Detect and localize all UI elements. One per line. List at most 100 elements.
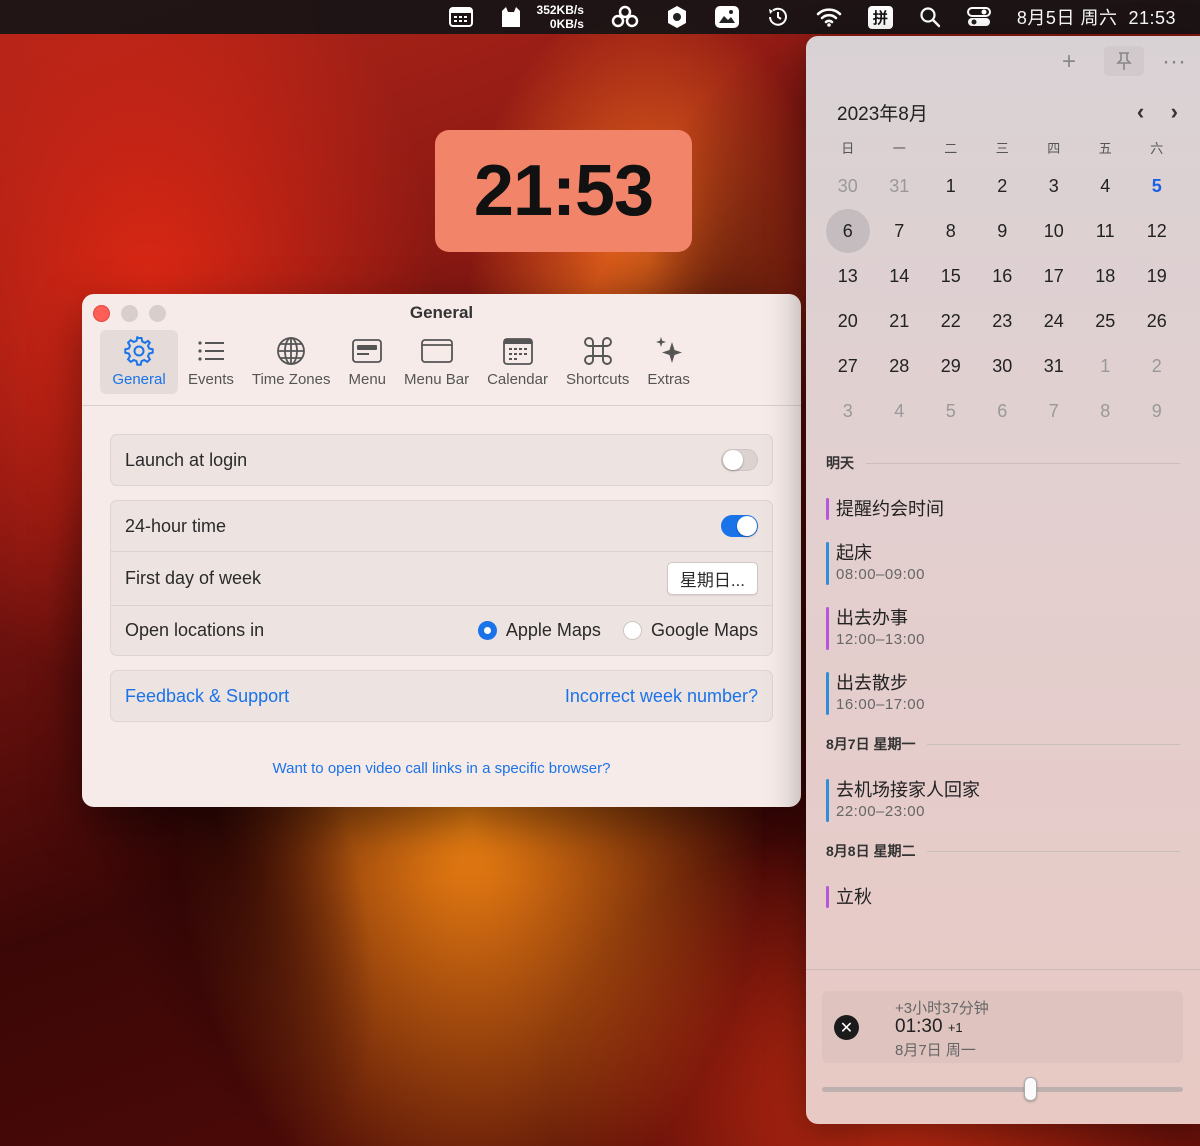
hour24-toggle[interactable] xyxy=(721,515,758,537)
calendar-day[interactable]: 8 xyxy=(925,209,977,254)
tab-extras[interactable]: Extras xyxy=(639,330,698,394)
apple-maps-radio[interactable]: Apple Maps xyxy=(477,620,601,641)
feedback-support-link[interactable]: Feedback & Support xyxy=(125,686,289,707)
toggle-knob xyxy=(737,516,757,536)
calendar-day[interactable]: 22 xyxy=(925,299,977,344)
next-month-icon[interactable]: › xyxy=(1171,99,1178,124)
time-travel-slider-thumb[interactable] xyxy=(1023,1077,1037,1101)
agenda-event[interactable]: 出去散步 16:00–17:00 xyxy=(806,672,1200,715)
calendar-day[interactable]: 8 xyxy=(1080,389,1132,434)
wifi-icon[interactable] xyxy=(816,0,842,34)
agenda-event[interactable]: 起床 08:00–09:00 xyxy=(806,542,1200,585)
calendar-day[interactable]: 11 xyxy=(1080,209,1132,254)
google-maps-radio[interactable]: Google Maps xyxy=(622,620,758,641)
tab-menu-bar[interactable]: Menu Bar xyxy=(396,330,477,394)
tab-events[interactable]: Events xyxy=(180,330,242,394)
calendar-day[interactable]: 26 xyxy=(1131,299,1183,344)
pin-icon[interactable] xyxy=(1104,46,1144,76)
calendar-day[interactable]: 15 xyxy=(925,254,977,299)
calendar-day[interactable]: 2 xyxy=(1131,344,1183,389)
calendar-day[interactable]: 2 xyxy=(977,164,1029,209)
calendar-day[interactable]: 18 xyxy=(1080,254,1132,299)
event-time: 12:00–13:00 xyxy=(836,631,925,648)
calendar-day[interactable]: 29 xyxy=(925,344,977,389)
calendar-day[interactable]: 17 xyxy=(1028,254,1080,299)
calendar-day[interactable]: 7 xyxy=(874,209,926,254)
calendar-panel: + ··· 2023年8月 ‹ › 日 一 二 三 四 五 六 30 31 1 2 3 4… xyxy=(806,36,1200,1124)
tab-time-zones[interactable]: Time Zones xyxy=(244,330,339,394)
calendar-day[interactable]: 3 xyxy=(1028,164,1080,209)
agenda-event[interactable]: 去机场接家人回家 22:00–23:00 xyxy=(806,779,1200,822)
calendar-day[interactable]: 9 xyxy=(1131,389,1183,434)
calendar-day[interactable]: 20 xyxy=(822,299,874,344)
calendar-day[interactable]: 6 xyxy=(822,209,874,254)
tab-general[interactable]: General xyxy=(100,330,178,394)
agenda-event[interactable]: 出去办事 12:00–13:00 xyxy=(806,607,1200,650)
tab-label: Menu xyxy=(348,371,387,388)
calendar-day-number: 1 xyxy=(945,176,956,196)
time-machine-icon[interactable] xyxy=(766,0,790,34)
close-icon[interactable]: ✕ xyxy=(834,1015,859,1040)
add-event-icon[interactable]: + xyxy=(1062,48,1076,76)
calendar-day[interactable]: 25 xyxy=(1080,299,1132,344)
calendar-day-number: 20 xyxy=(837,311,858,331)
calendar-day[interactable]: 9 xyxy=(977,209,1029,254)
hexagon-icon[interactable] xyxy=(666,0,688,34)
calendar-day[interactable]: 12 xyxy=(1131,209,1183,254)
calendar-panel-toolbar: + ··· xyxy=(806,36,1200,92)
photo-icon[interactable] xyxy=(714,0,740,34)
calendar-day[interactable]: 3 xyxy=(822,389,874,434)
calendar-menubar-icon[interactable] xyxy=(448,0,473,34)
tab-menu[interactable]: Menu xyxy=(341,330,395,394)
calendar-day[interactable]: 4 xyxy=(874,389,926,434)
calendar-day[interactable]: 23 xyxy=(977,299,1029,344)
calendar-day[interactable]: 21 xyxy=(874,299,926,344)
network-speed[interactable]: 352KB/s 0KB/s xyxy=(537,0,584,34)
first-day-popup[interactable]: 星期日... xyxy=(666,562,758,595)
rings-icon[interactable] xyxy=(610,0,640,34)
calendar-day[interactable]: 1 xyxy=(925,164,977,209)
calendar-day[interactable]: 27 xyxy=(822,344,874,389)
calendar-day-number: 2 xyxy=(997,176,1008,196)
previous-month-icon[interactable]: ‹ xyxy=(1137,99,1144,124)
calendar-day[interactable]: 30 xyxy=(822,164,874,209)
calendar-day[interactable]: 19 xyxy=(1131,254,1183,299)
event-color-bar xyxy=(826,886,829,908)
calendar-day[interactable]: 10 xyxy=(1028,209,1080,254)
calendar-day[interactable]: 5 xyxy=(1131,164,1183,209)
tab-calendar[interactable]: Calendar xyxy=(479,330,556,394)
calendar-day[interactable]: 7 xyxy=(1028,389,1080,434)
calendar-day[interactable]: 14 xyxy=(874,254,926,299)
calendar-day[interactable]: 31 xyxy=(1028,344,1080,389)
calendar-day[interactable]: 30 xyxy=(977,344,1029,389)
calendar-day-number: 5 xyxy=(945,401,956,421)
event-body: 起床 08:00–09:00 xyxy=(836,542,925,585)
calendar-day[interactable]: 13 xyxy=(822,254,874,299)
menubar-clock[interactable]: 8月5日 周六 21:53 xyxy=(1017,0,1176,34)
incorrect-week-number-link[interactable]: Incorrect week number? xyxy=(565,686,758,707)
calendar-day[interactable]: 5 xyxy=(925,389,977,434)
calendar-day[interactable]: 31 xyxy=(874,164,926,209)
calendar-day[interactable]: 4 xyxy=(1080,164,1132,209)
calendar-day[interactable]: 28 xyxy=(874,344,926,389)
weekday-label: 一 xyxy=(892,141,906,156)
agenda-event[interactable]: 提醒约会时间 xyxy=(806,498,1200,520)
calendar-day[interactable]: 24 xyxy=(1028,299,1080,344)
event-title: 提醒约会时间 xyxy=(836,499,944,519)
tab-shortcuts[interactable]: Shortcuts xyxy=(558,330,637,394)
calendar-day-number: 26 xyxy=(1146,311,1167,331)
calendar-day[interactable]: 1 xyxy=(1080,344,1132,389)
cat-icon[interactable] xyxy=(499,0,523,34)
search-icon[interactable] xyxy=(919,0,941,34)
calendar-day[interactable]: 16 xyxy=(977,254,1029,299)
video-call-browser-link[interactable]: Want to open video call links in a speci… xyxy=(110,760,773,777)
launch-at-login-toggle[interactable] xyxy=(721,449,758,471)
time-travel-slider-track[interactable] xyxy=(822,1087,1183,1092)
agenda-event[interactable]: 立秋 xyxy=(806,886,1200,908)
calendar-day[interactable]: 6 xyxy=(977,389,1029,434)
calendar-day-number: 12 xyxy=(1146,221,1167,241)
input-method[interactable]: 拼 xyxy=(867,0,893,34)
calendar-day-number: 23 xyxy=(992,311,1013,331)
control-center-icon[interactable] xyxy=(966,0,991,34)
more-icon[interactable]: ··· xyxy=(1162,48,1186,76)
